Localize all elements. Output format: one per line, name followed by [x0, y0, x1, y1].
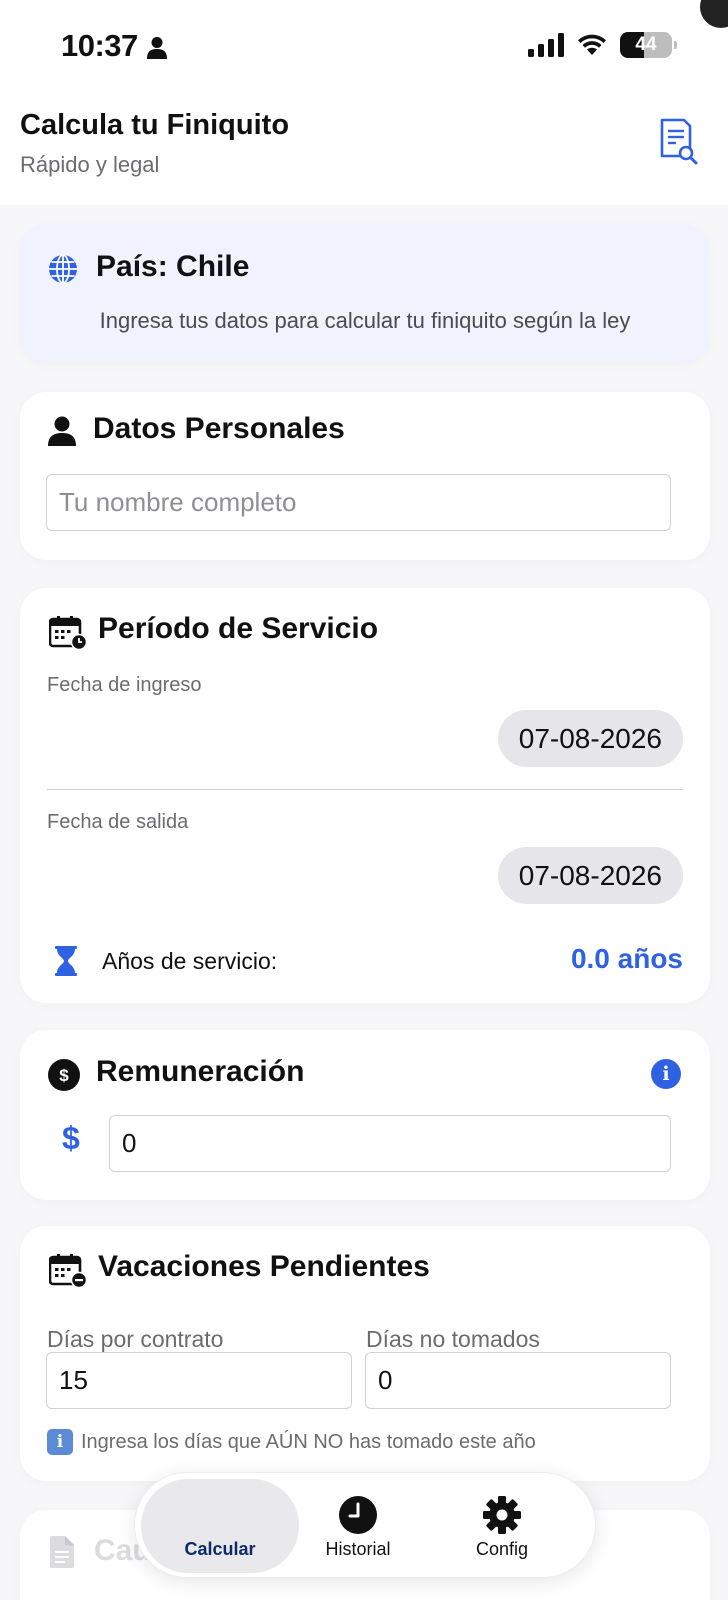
period-title: Período de Servicio — [98, 612, 379, 645]
currency-symbol: $ — [62, 1120, 80, 1156]
untaken-days-label: Días no tomados — [366, 1326, 540, 1352]
name-input[interactable]: Tu nombre completo — [46, 474, 671, 531]
battery-level: 44 — [635, 34, 657, 55]
country-card: País: Chile Ingresa tus datos para calcu… — [20, 224, 710, 363]
document-search-icon[interactable] — [658, 118, 698, 166]
tab-label: Config — [475, 1539, 529, 1559]
info-icon: i — [47, 1429, 73, 1455]
page-title: Calcula tu Finiquito — [20, 109, 290, 141]
service-period-card: Período de Servicio Fecha de ingreso 07-… — [20, 588, 710, 1003]
app-header: Calcula tu Finiquito Rápido y legal — [0, 95, 728, 205]
tab-label: Calcular — [184, 1539, 256, 1559]
salary-card: $ Remuneración i $ 0 — [20, 1030, 710, 1200]
page-subtitle: Rápido y legal — [20, 152, 160, 177]
globe-icon — [49, 254, 77, 284]
status-bar: 10:37 44 — [0, 0, 728, 95]
battery-icon: 44 — [620, 32, 677, 58]
person-icon — [147, 37, 167, 59]
vacation-title: Vacaciones Pendientes — [98, 1250, 430, 1283]
calendar-clock-icon — [49, 616, 87, 650]
dollar-circle-icon: $ — [48, 1059, 80, 1091]
tab-config[interactable]: Config — [423, 1479, 581, 1573]
contract-days-label: Días por contrato — [47, 1326, 224, 1352]
vacation-hint-text: Ingresa los días que AÚN NO has tomado e… — [81, 1430, 536, 1453]
gear-icon — [483, 1496, 521, 1534]
years-label: Años de servicio: — [102, 948, 278, 974]
tab-label: Historial — [325, 1539, 391, 1559]
wifi-icon — [578, 34, 606, 55]
untaken-days-input[interactable]: 0 — [365, 1352, 671, 1409]
info-icon[interactable]: i — [651, 1059, 681, 1089]
status-indicators: 44 — [528, 32, 677, 58]
end-date-label: Fecha de salida — [47, 811, 189, 833]
start-date-picker[interactable]: 07-08-2026 — [497, 710, 683, 767]
svg-text:$: $ — [59, 1066, 69, 1085]
signal-icon — [528, 33, 564, 57]
tab-historial[interactable]: Historial — [279, 1479, 437, 1573]
hourglass-icon — [55, 946, 77, 976]
contract-days-input[interactable]: 15 — [46, 1352, 352, 1409]
country-description: Ingresa tus datos para calcular tu finiq… — [99, 308, 631, 333]
start-date-label: Fecha de ingreso — [47, 674, 202, 696]
end-date-picker[interactable]: 07-08-2026 — [497, 847, 683, 904]
vacation-hint: i Ingresa los días que AÚN NO has tomado… — [47, 1429, 536, 1455]
calendar-minus-icon — [49, 1254, 87, 1288]
corner-indicator — [700, 0, 728, 28]
salary-input[interactable]: 0 — [109, 1115, 671, 1172]
status-time: 10:37 — [61, 28, 138, 63]
divider — [47, 789, 683, 790]
personal-title: Datos Personales — [93, 412, 345, 445]
tab-bar: Calcular Historial Config — [134, 1472, 596, 1578]
years-value: 0.0 años — [570, 943, 683, 974]
country-title: País: Chile — [96, 250, 250, 283]
document-icon — [50, 1536, 74, 1568]
clock-icon — [339, 1496, 377, 1534]
person-icon — [48, 416, 76, 446]
personal-data-card: Datos Personales Tu nombre completo — [20, 392, 710, 560]
tab-calcular[interactable]: Calcular — [141, 1479, 299, 1573]
salary-title: Remuneración — [96, 1055, 305, 1088]
vacation-card: Vacaciones Pendientes Días por contrato … — [20, 1226, 710, 1481]
